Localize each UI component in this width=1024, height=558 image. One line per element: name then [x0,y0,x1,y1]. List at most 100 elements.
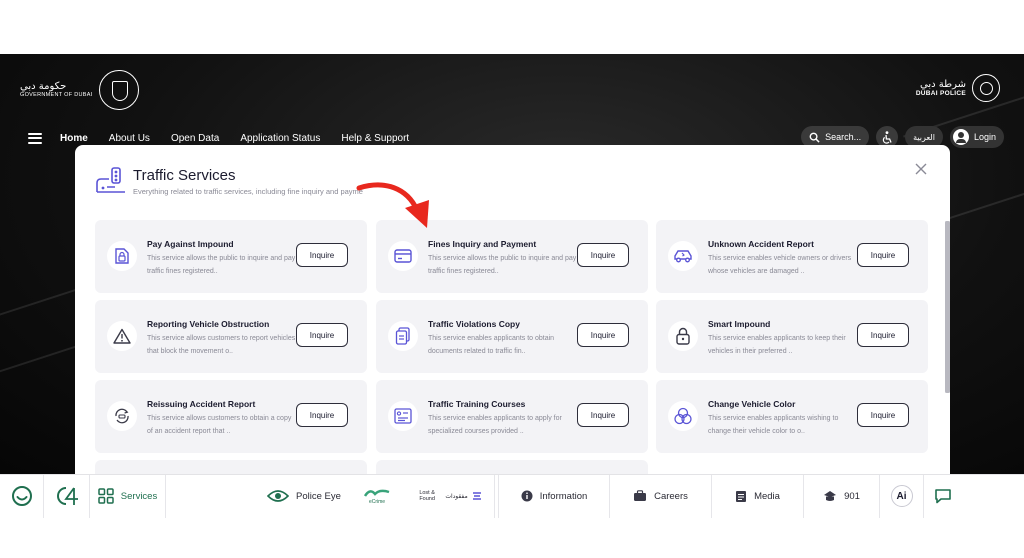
card-title: Reissuing Accident Report [147,399,256,409]
services-button[interactable]: Services [90,474,166,518]
traffic-services-modal: Traffic Services Everything related to t… [75,145,950,474]
police-eye-label: Police Eye [296,490,341,502]
ecrime-label: eCrime [368,498,386,505]
dubai-police-logo[interactable]: شرطة دبي DUBAI POLICE [916,74,1000,102]
nav-open-data[interactable]: Open Data [171,133,219,144]
card-title: Pay Against Impound [147,239,234,249]
information-label: Information [539,490,588,502]
card-title: Unknown Accident Report [708,239,814,249]
careers-button[interactable]: Careers [610,474,712,518]
service-card-partial[interactable] [95,460,367,474]
nav-help-support[interactable]: Help & Support [341,133,409,144]
car-refresh-icon [107,401,137,431]
traffic-light-car-icon [96,167,125,193]
gov-emblem-icon [98,70,139,110]
gov-logo-english: GOVERNMENT OF DUBAI [20,92,93,99]
card-description: This service allows customers to report … [147,335,296,355]
c4-logo-icon [56,487,78,505]
service-card-reporting-obstruction[interactable]: Reporting Vehicle Obstruction This servi… [95,300,367,373]
credit-card-icon [388,241,418,271]
lost-found-button[interactable]: Lost & Found مفقودات [407,474,495,518]
card-title: Change Vehicle Color [708,399,796,409]
ai-icon: Ai [890,485,913,507]
card-title: Traffic Training Courses [428,399,526,409]
wheelchair-icon [882,130,892,144]
close-button[interactable] [914,163,928,177]
bottom-bar: Services Police Eye eCrime Lost & Found … [0,474,1024,518]
police-emblem-icon [972,74,1000,102]
service-card-partial[interactable] [376,460,648,474]
card-description: This service enables applicants to keep … [708,335,846,355]
hotline-button[interactable]: 901 [804,474,880,518]
warning-triangle-icon [107,321,137,351]
smiley-feedback-button[interactable] [0,474,44,518]
impound-lock-icon [107,241,137,271]
service-card-pay-against-impound[interactable]: Pay Against Impound This service allows … [95,220,367,293]
inquire-button[interactable]: Inquire [577,243,629,267]
inquire-button[interactable]: Inquire [857,403,909,427]
user-icon [952,129,969,145]
grid-icon [98,488,114,504]
smiley-icon [11,486,32,506]
government-of-dubai-logo[interactable]: حكومة دبي GOVERNMENT OF DUBAI [20,70,139,110]
nav-about-us[interactable]: About Us [109,133,150,144]
card-title: Reporting Vehicle Obstruction [147,319,270,329]
careers-label: Careers [654,490,688,502]
service-card-reissuing-accident-report[interactable]: Reissuing Accident Report This service a… [95,380,367,453]
chat-bubble-icon [935,489,951,504]
c4-app-button[interactable] [44,474,90,518]
briefcase-icon [634,490,647,501]
card-description: This service enables applicants to obtai… [428,335,555,355]
service-card-unknown-accident[interactable]: Unknown Accident Report This service ena… [656,220,928,293]
search-label: Search... [825,132,862,142]
service-card-violations-copy[interactable]: Traffic Violations Copy This service ena… [376,300,648,373]
card-description: This service allows customers to obtain … [147,415,292,435]
card-description: This service enables vehicle owners or d… [708,255,852,275]
police-logo-english: DUBAI POLICE [915,89,966,97]
police-logo-arabic: شرطة دبي [920,78,966,90]
nav-application-status[interactable]: Application Status [240,133,320,144]
card-description: This service allows the public to inquir… [147,255,296,275]
screen: { "header": { "gov_logo_ar": "حكومة دبي"… [0,0,1024,558]
service-card-smart-impound[interactable]: Smart Impound This service enables appli… [656,300,928,373]
services-label: Services [120,490,158,502]
inquire-button[interactable]: Inquire [857,323,909,347]
training-board-icon [388,401,418,431]
gov-logo-arabic: حكومة دبي [20,81,67,93]
inquire-button[interactable]: Inquire [577,323,629,347]
login-button[interactable]: Login [949,126,1004,148]
close-icon [915,163,927,175]
ecrime-logo-icon [364,489,390,497]
media-button[interactable]: Media [712,474,804,518]
service-card-training-courses[interactable]: Traffic Training Courses This service en… [376,380,648,453]
card-title: Traffic Violations Copy [428,319,520,329]
service-card-change-vehicle-color[interactable]: Change Vehicle Color This service enable… [656,380,928,453]
media-label: Media [754,490,780,502]
inquire-button[interactable]: Inquire [296,403,348,427]
ai-assistant-button[interactable]: Ai [880,474,924,518]
information-button[interactable]: Information [498,474,610,518]
damaged-car-icon [668,241,698,271]
card-title: Smart Impound [708,319,771,329]
lost-found-logo-icon [472,492,481,500]
inquire-button[interactable]: Inquire [577,403,629,427]
menu-icon[interactable] [28,132,42,144]
chat-button[interactable] [924,475,962,518]
modal-header: Traffic Services Everything related to t… [75,145,950,215]
card-description: This service enables applicants wishing … [708,415,839,435]
scrollbar-thumb[interactable] [945,221,950,393]
modal-subtitle: Everything related to traffic services, … [133,187,363,196]
info-icon [521,490,533,502]
language-label: العربية [913,132,935,142]
nav-home[interactable]: Home [60,133,88,144]
media-document-icon [736,490,747,502]
ecrime-button[interactable]: eCrime [347,475,407,518]
police-hat-icon [824,491,837,501]
card-title: Fines Inquiry and Payment [428,239,537,249]
lost-found-english: Lost & Found [419,489,435,502]
inquire-button[interactable]: Inquire [296,243,348,267]
inquire-button[interactable]: Inquire [296,323,348,347]
inquire-button[interactable]: Inquire [857,243,909,267]
padlock-icon [668,321,698,351]
police-eye-button[interactable]: Police Eye [261,475,347,518]
